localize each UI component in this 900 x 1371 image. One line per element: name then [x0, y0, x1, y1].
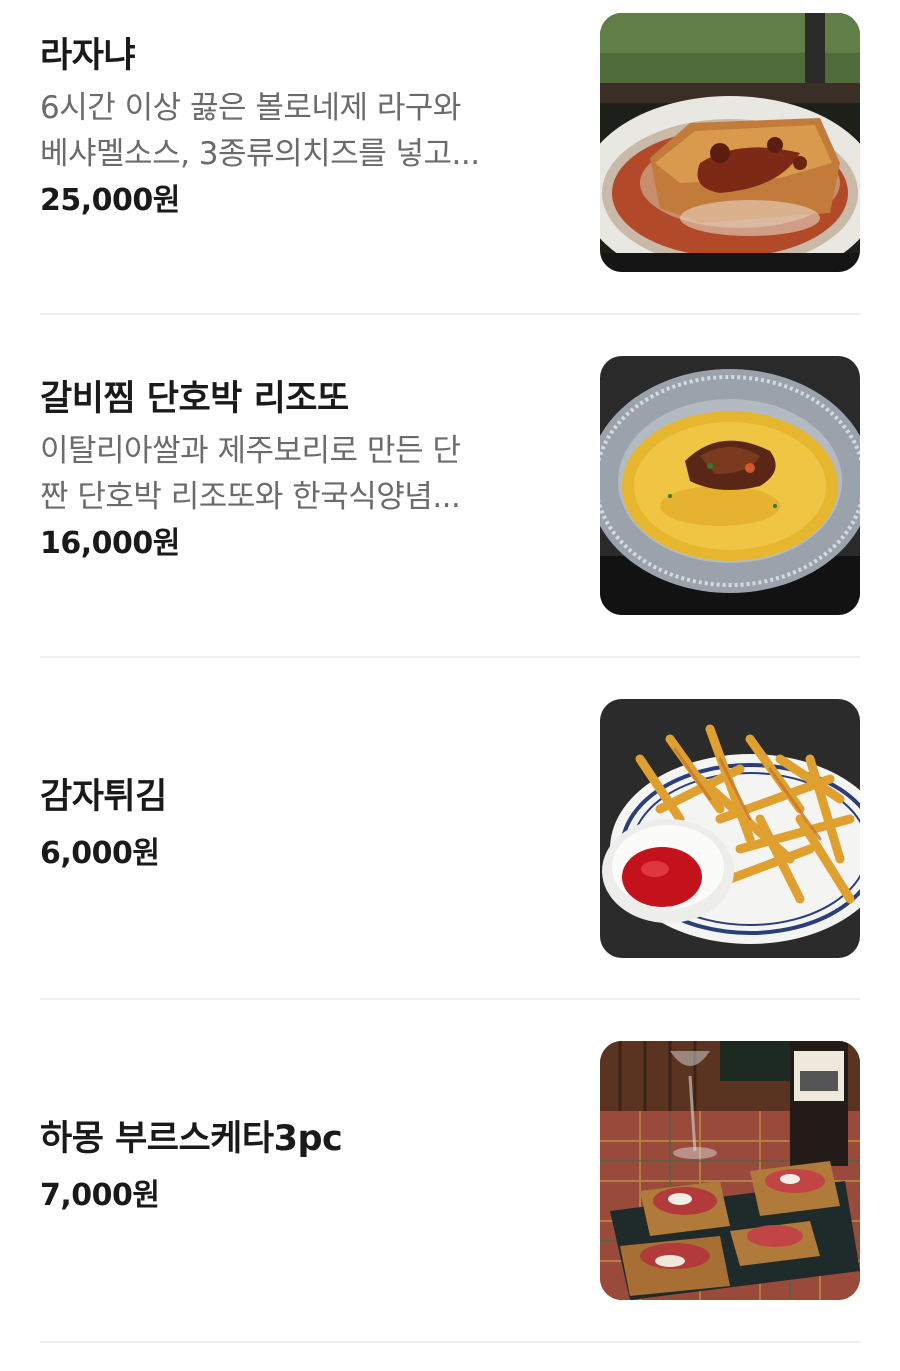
menu-item-price: 6,000원 — [40, 836, 160, 871]
menu-item-text: 하몽 부르스케타3pc 7,000원 — [40, 1116, 560, 1216]
menu-item-description: 6시간 이상 끓은 볼로네제 라구와 베샤멜소스, 3종류의치즈를 넣고... — [40, 85, 560, 177]
menu-item-fries[interactable]: 감자튀김 6,000원 — [0, 686, 900, 1029]
fries-photo[interactable] — [600, 699, 860, 958]
divider — [40, 1341, 860, 1343]
menu-item-name: 하몽 부르스케타3pc — [40, 1119, 343, 1159]
risotto-image — [600, 356, 860, 615]
divider — [40, 656, 860, 658]
menu-item-price: 16,000원 — [40, 526, 180, 561]
bruschetta-image — [600, 1041, 860, 1300]
menu-item-name: 감자튀김 — [40, 777, 167, 817]
menu-item-description-line: 베샤멜소스, 3종류의치즈를 넣고... — [40, 136, 480, 172]
menu-item-lasagna[interactable]: 라자냐 6시간 이상 끓은 볼로네제 라구와 베샤멜소스, 3종류의치즈를 넣고… — [0, 0, 900, 343]
menu-list: 라자냐 6시간 이상 끓은 볼로네제 라구와 베샤멜소스, 3종류의치즈를 넣고… — [0, 0, 900, 1355]
menu-item-text: 감자튀김 6,000원 — [40, 774, 560, 874]
divider — [40, 313, 860, 315]
menu-item-description: 이탈리아쌀과 제주보리로 만든 단 짠 단호박 리조또와 한국식양념... — [40, 428, 560, 520]
menu-item-text: 갈비찜 단호박 리조또 이탈리아쌀과 제주보리로 만든 단 짠 단호박 리조또와… — [40, 376, 560, 564]
lasagna-photo[interactable] — [600, 13, 860, 272]
menu-item-bruschetta[interactable]: 하몽 부르스케타3pc 7,000원 — [0, 1028, 900, 1371]
menu-item-risotto[interactable]: 갈비찜 단호박 리조또 이탈리아쌀과 제주보리로 만든 단 짠 단호박 리조또와… — [0, 343, 900, 686]
bruschetta-photo[interactable] — [600, 1041, 860, 1300]
menu-item-name: 라자냐 — [40, 36, 136, 76]
lasagna-image — [600, 13, 860, 272]
menu-item-price: 25,000원 — [40, 183, 180, 218]
divider — [40, 998, 860, 1000]
menu-item-description-line: 6시간 이상 끓은 볼로네제 라구와 — [40, 90, 461, 126]
fries-image — [600, 699, 860, 958]
risotto-photo[interactable] — [600, 356, 860, 615]
menu-item-name: 갈비찜 단호박 리조또 — [40, 379, 349, 419]
menu-item-text: 라자냐 6시간 이상 끓은 볼로네제 라구와 베샤멜소스, 3종류의치즈를 넣고… — [40, 33, 560, 221]
menu-item-description-line: 짠 단호박 리조또와 한국식양념... — [40, 479, 461, 515]
menu-item-description-line: 이탈리아쌀과 제주보리로 만든 단 — [40, 433, 461, 469]
menu-item-price: 7,000원 — [40, 1178, 160, 1213]
